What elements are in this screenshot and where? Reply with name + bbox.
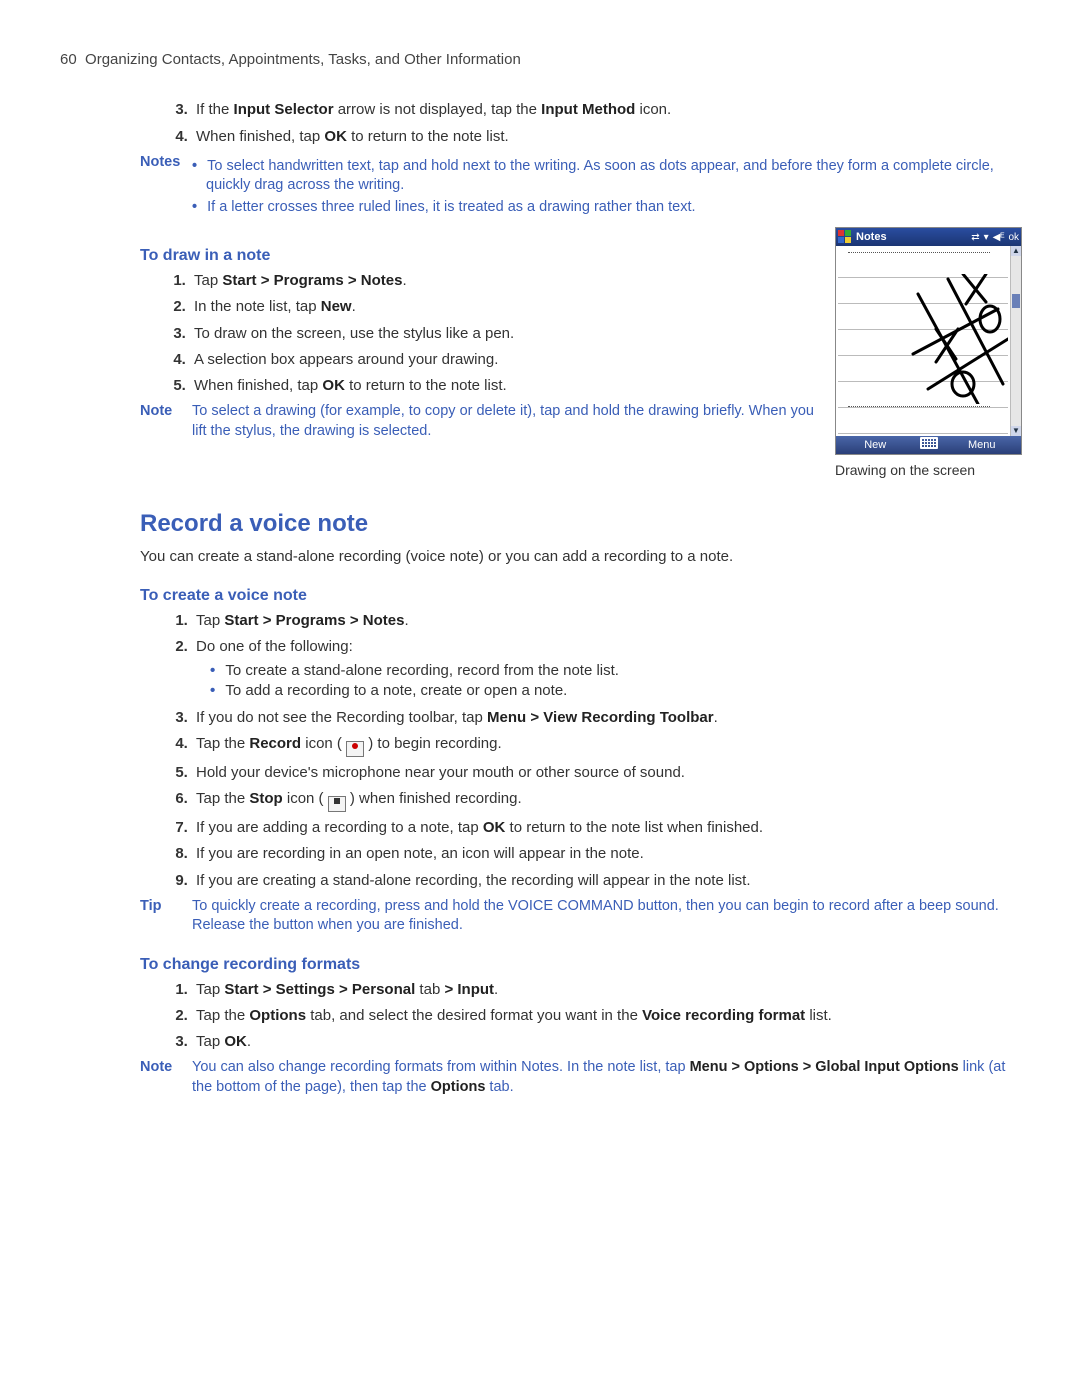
create-step-3: If you do not see the Recording toolbar,… — [192, 708, 1020, 728]
windows-logo-icon — [838, 230, 852, 244]
notes-label: Notes — [140, 153, 192, 222]
heading-change: To change recording formats — [140, 954, 1020, 976]
chapter-title: Organizing Contacts, Appointments, Tasks… — [85, 51, 521, 68]
connectivity-icon: ⇄ — [971, 231, 979, 245]
new-softkey[interactable]: New — [836, 438, 915, 453]
create-step-8: If you are recording in an open note, an… — [192, 844, 1020, 864]
tip-text: To quickly create a recording, press and… — [192, 897, 1020, 936]
draw-steps: Tap Start > Programs > Notes. In the not… — [140, 271, 815, 396]
draw-step-1: Tap Start > Programs > Notes. — [190, 271, 815, 291]
notes-block: Notes To select handwritten text, tap an… — [140, 153, 1020, 222]
heading-draw: To draw in a note — [140, 245, 815, 267]
device-menubar: New Menu — [836, 436, 1021, 454]
device-titlebar: Notes ⇄ ▾ ◀ᴱ ok — [836, 228, 1021, 246]
speaker-icon: ◀ᴱ — [993, 231, 1005, 245]
draw-step-2: In the note list, tap New. — [190, 297, 815, 317]
create-step-5: Hold your device's microphone near your … — [192, 763, 1020, 783]
change-step-3: Tap OK. — [192, 1032, 1020, 1052]
create-step-4: Tap the Record icon ( ) to begin recordi… — [192, 734, 1020, 757]
change-step-1: Tap Start > Settings > Personal tab > In… — [192, 980, 1020, 1000]
ok-button[interactable]: ok — [1008, 231, 1019, 245]
change-step-2: Tap the Options tab, and select the desi… — [192, 1006, 1020, 1026]
scrollbar[interactable]: ▲ ▼ — [1010, 246, 1021, 436]
heading-create: To create a voice note — [140, 585, 1020, 607]
device-caption: Drawing on the screen — [835, 461, 1020, 480]
draw-step-4: A selection box appears around your draw… — [190, 350, 815, 370]
notes-bullet-1: To select handwritten text, tap and hold… — [206, 157, 1020, 196]
note-draw-text: To select a drawing (for example, to cop… — [192, 402, 815, 441]
device-title: Notes — [856, 230, 971, 245]
scroll-down-icon[interactable]: ▼ — [1011, 426, 1021, 436]
scroll-up-icon[interactable]: ▲ — [1011, 246, 1021, 256]
note-change-label: Note — [140, 1058, 192, 1097]
device-canvas: ▲ ▼ — [836, 246, 1021, 436]
change-steps: Tap Start > Settings > Personal tab > In… — [140, 980, 1020, 1053]
page-header: 60 Organizing Contacts, Appointments, Ta… — [60, 50, 1020, 70]
create-step-6: Tap the Stop icon ( ) when finished reco… — [192, 789, 1020, 812]
create-step-9: If you are creating a stand-alone record… — [192, 871, 1020, 891]
record-intro: You can create a stand-alone recording (… — [140, 547, 1020, 567]
note-change-text: You can also change recording formats fr… — [192, 1058, 1020, 1097]
note-draw: Note To select a drawing (for example, t… — [140, 402, 815, 441]
create-step-2-bullet-2: To add a recording to a note, create or … — [224, 681, 1020, 701]
note-label: Note — [140, 402, 192, 441]
draw-step-3: To draw on the screen, use the stylus li… — [190, 324, 815, 344]
step-4: When finished, tap OK to return to the n… — [192, 127, 1020, 147]
intro-steps: If the Input Selector arrow is not displ… — [140, 100, 1020, 147]
create-step-7: If you are adding a recording to a note,… — [192, 818, 1020, 838]
create-step-1: Tap Start > Programs > Notes. — [192, 611, 1020, 631]
tip-label: Tip — [140, 897, 192, 936]
step-3: If the Input Selector arrow is not displ… — [192, 100, 1020, 120]
signal-icon: ▾ — [984, 231, 989, 245]
heading-record: Record a voice note — [140, 508, 1020, 540]
scroll-thumb[interactable] — [1012, 294, 1020, 308]
record-icon — [346, 741, 364, 757]
device-screenshot: Notes ⇄ ▾ ◀ᴱ ok — [835, 227, 1022, 455]
create-steps: Tap Start > Programs > Notes. Do one of … — [140, 611, 1020, 891]
tip-block: Tip To quickly create a recording, press… — [140, 897, 1020, 936]
stop-icon — [328, 796, 346, 812]
page-number: 60 — [60, 51, 77, 68]
note-change: Note You can also change recording forma… — [140, 1058, 1020, 1097]
draw-step-5: When finished, tap OK to return to the n… — [190, 376, 815, 396]
keyboard-icon[interactable] — [920, 437, 938, 449]
notes-bullet-2: If a letter crosses three ruled lines, i… — [206, 198, 1020, 218]
create-step-2: Do one of the following: To create a sta… — [192, 637, 1020, 702]
tic-tac-toe-drawing — [908, 274, 1008, 404]
menu-softkey[interactable]: Menu — [943, 438, 1022, 453]
create-step-2-bullet-1: To create a stand-alone recording, recor… — [224, 661, 1020, 681]
